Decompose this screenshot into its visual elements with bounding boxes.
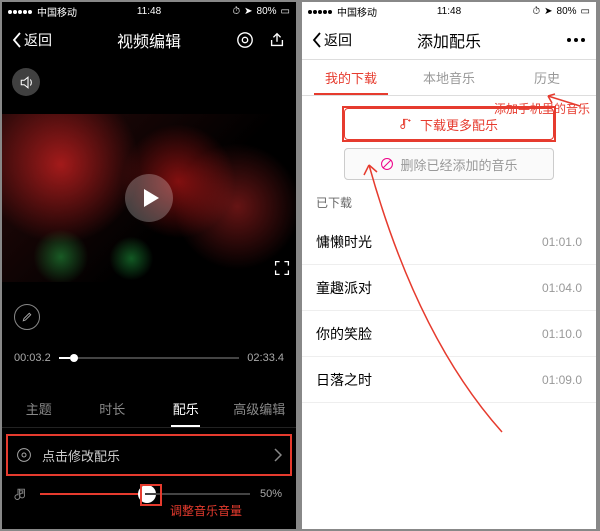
annotation-text: 调整音乐音量 — [170, 502, 242, 519]
chevron-right-icon — [274, 448, 282, 462]
gear-icon[interactable] — [236, 31, 254, 49]
tab-theme[interactable]: 主题 — [2, 399, 76, 418]
tab-history[interactable]: 历史 — [498, 60, 596, 95]
fullscreen-icon — [274, 260, 290, 276]
section-header: 已下载 — [302, 186, 596, 219]
tab-local-music[interactable]: 本地音乐 — [400, 60, 498, 95]
song-row[interactable]: 慵懒时光01:01.0 — [302, 219, 596, 265]
play-icon — [142, 188, 160, 208]
status-time: 11:48 — [137, 6, 161, 17]
status-bar: 中国移动 11:48 ⏱ ➤ 80% ▭ — [302, 2, 596, 20]
nav-bar: 返回 视频编辑 — [2, 20, 296, 60]
back-button[interactable]: 返回 — [12, 30, 52, 50]
annotation-text: 添加手机里的音乐 — [494, 102, 590, 118]
volume-slider[interactable]: 50% — [2, 486, 296, 502]
tab-advanced[interactable]: 高级编辑 — [223, 399, 297, 418]
tab-my-downloads[interactable]: 我的下载 — [302, 60, 400, 95]
time-total: 02:33.4 — [247, 352, 284, 364]
music-source-tabs: 我的下载 本地音乐 历史 — [302, 60, 596, 96]
status-time: 11:48 — [437, 6, 461, 17]
battery-icon: ▭ — [281, 6, 290, 17]
delete-music-button[interactable]: 删除已经添加的音乐 — [344, 148, 554, 180]
more-icon[interactable] — [566, 37, 586, 43]
music-note-icon — [14, 486, 30, 502]
chevron-left-icon — [12, 32, 22, 48]
tab-duration[interactable]: 时长 — [76, 399, 150, 418]
time-current: 00:03.2 — [14, 352, 51, 364]
alarm-icon: ⏱ — [232, 6, 240, 17]
progress-bar[interactable]: 00:03.2 02:33.4 — [2, 330, 296, 364]
speaker-icon — [19, 75, 34, 90]
back-button[interactable]: 返回 — [312, 30, 352, 50]
song-row[interactable]: 日落之时01:09.0 — [302, 357, 596, 403]
page-title: 视频编辑 — [117, 28, 181, 52]
change-music-row[interactable]: 点击修改配乐 — [2, 434, 296, 476]
alarm-icon: ⏱ — [532, 6, 540, 17]
forbidden-icon — [380, 157, 394, 171]
carrier: 中国移动 — [37, 4, 77, 19]
status-bar: 中国移动 11:48 ⏱ ➤ 80% ▭ — [2, 2, 296, 20]
nav-bar: 返回 添加配乐 — [302, 20, 596, 60]
tab-music[interactable]: 配乐 — [149, 399, 223, 418]
carrier: 中国移动 — [337, 4, 377, 19]
pencil-icon — [21, 311, 33, 323]
volume-value: 50% — [260, 488, 282, 500]
edit-circle-button[interactable] — [14, 304, 40, 330]
fullscreen-button[interactable] — [274, 260, 290, 276]
location-icon: ➤ — [544, 6, 552, 17]
song-row[interactable]: 你的笑脸01:10.0 — [302, 311, 596, 357]
play-button[interactable] — [125, 174, 173, 222]
chevron-left-icon — [312, 32, 322, 48]
video-preview[interactable] — [2, 114, 296, 282]
share-icon[interactable] — [268, 31, 286, 49]
disc-icon — [16, 447, 32, 463]
battery-pct: 80% — [557, 6, 577, 17]
location-icon: ➤ — [244, 6, 252, 17]
battery-icon: ▭ — [581, 6, 590, 17]
mute-button[interactable] — [12, 68, 40, 96]
song-row[interactable]: 童趣派对01:04.0 — [302, 265, 596, 311]
battery-pct: 80% — [257, 6, 277, 17]
page-title: 添加配乐 — [417, 28, 481, 52]
edit-tabs: 主题 时长 配乐 高级编辑 — [2, 390, 296, 428]
